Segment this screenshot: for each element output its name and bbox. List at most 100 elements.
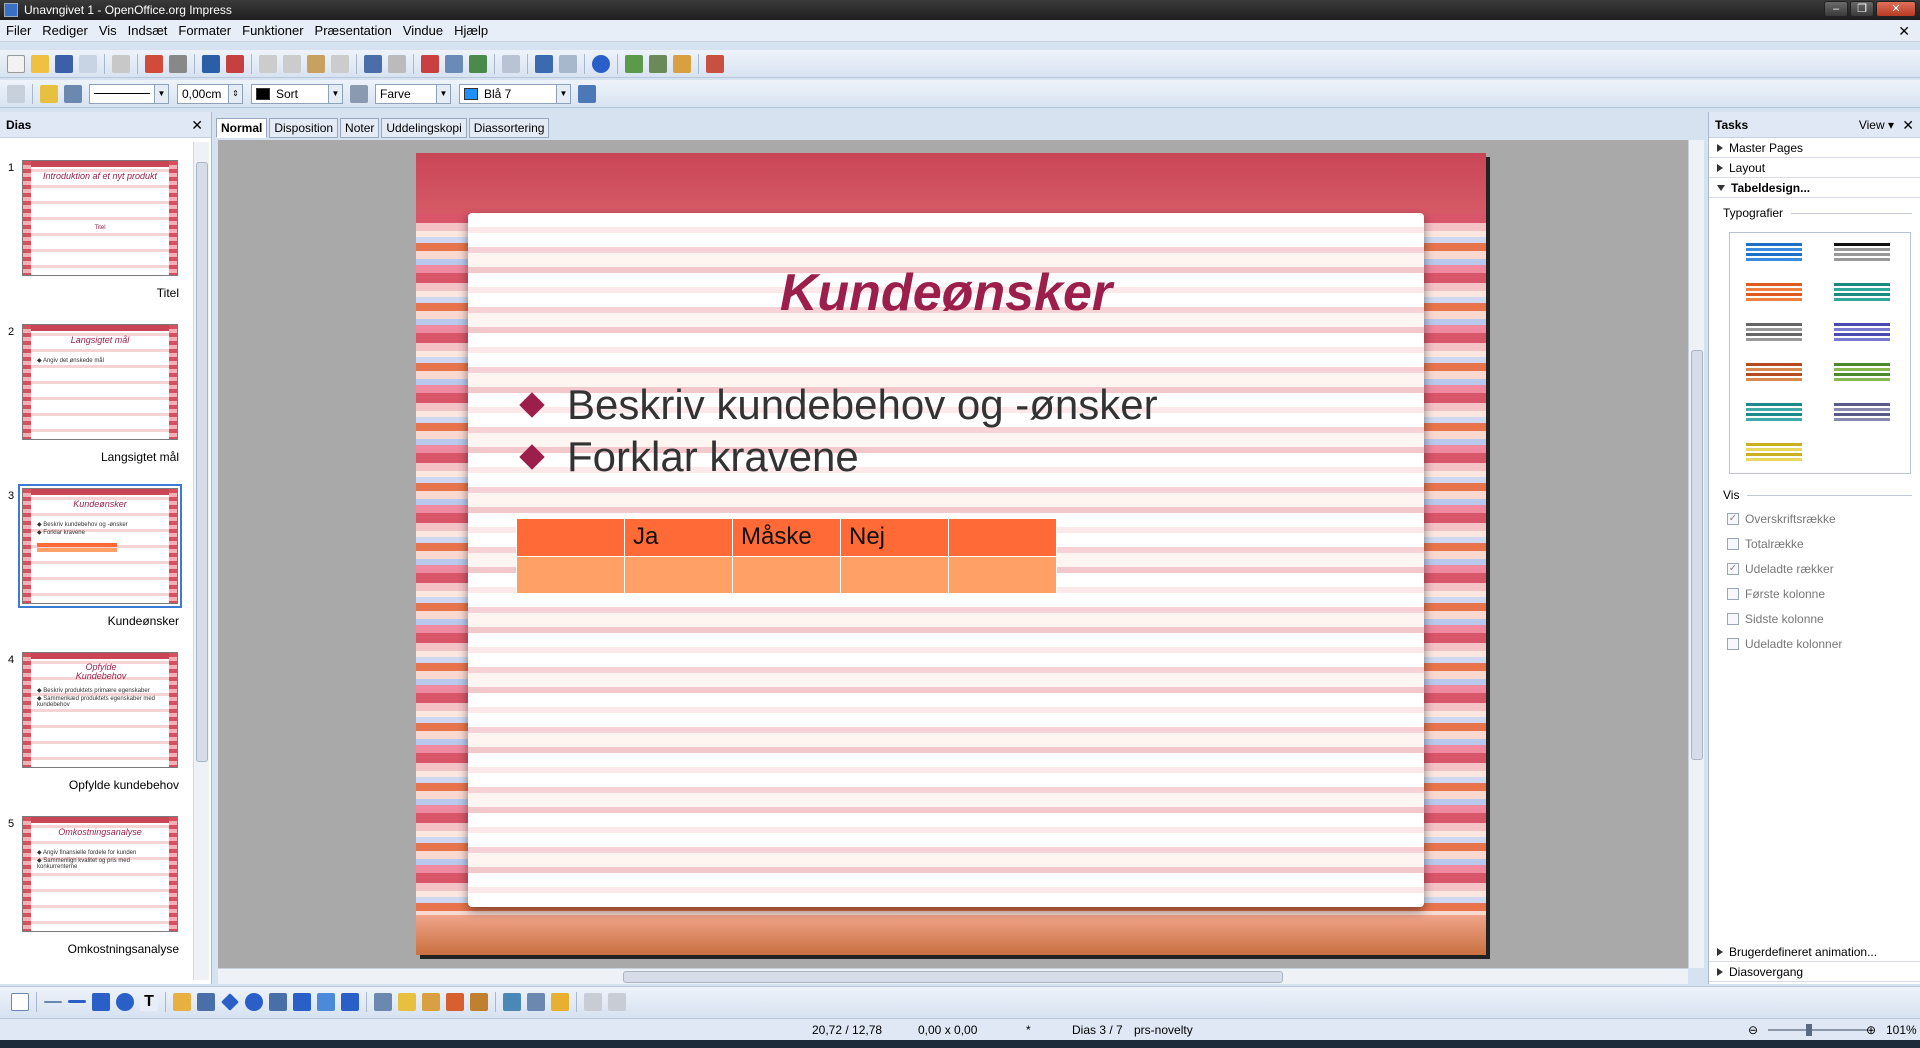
section-custom-animation[interactable]: Brugerdefineret animation... bbox=[1709, 942, 1920, 962]
slide-bullet-list[interactable]: Beskriv kundebehov og -ønsker Forklar kr… bbox=[519, 381, 1158, 485]
curve-tool-icon[interactable] bbox=[173, 992, 191, 1011]
text-tool-icon[interactable]: T bbox=[140, 992, 158, 1011]
line-tool-icon[interactable] bbox=[44, 1000, 62, 1003]
slide-thumbnail-1[interactable]: Introduktion af et nyt produkt Titel bbox=[22, 160, 178, 276]
select-pointer-icon[interactable] bbox=[11, 992, 29, 1011]
zoom-slider[interactable] bbox=[1768, 1029, 1868, 1031]
table-style-black[interactable] bbox=[1834, 243, 1890, 273]
rotate-icon[interactable] bbox=[503, 992, 521, 1011]
section-slide-transition[interactable]: Diasovergang bbox=[1709, 962, 1920, 982]
points-icon[interactable] bbox=[374, 992, 392, 1011]
undo-icon[interactable] bbox=[364, 54, 382, 73]
shadow-toggle-icon[interactable] bbox=[608, 992, 626, 1011]
table-cell[interactable] bbox=[948, 519, 1057, 557]
slide-title[interactable]: Kundeønsker bbox=[468, 263, 1424, 323]
table-style-orange[interactable] bbox=[1746, 283, 1802, 313]
section-tabeldesign[interactable]: Tabeldesign... bbox=[1709, 178, 1920, 198]
view-menu-button[interactable]: View ▾ bbox=[1859, 118, 1894, 132]
table-cell[interactable] bbox=[624, 556, 733, 593]
close-panel-icon[interactable]: ✕ bbox=[1902, 117, 1914, 134]
close-panel-icon[interactable]: ✕ bbox=[191, 117, 203, 134]
table-style-violet[interactable] bbox=[1834, 323, 1890, 353]
option-sidste-kolonne[interactable]: Sidste kolonne bbox=[1709, 606, 1920, 631]
autospellcheck-icon[interactable] bbox=[226, 54, 244, 73]
table-cell[interactable]: Nej bbox=[840, 519, 949, 557]
styles-icon[interactable] bbox=[7, 84, 25, 103]
area-color-select[interactable]: Blå 7 ▼ bbox=[459, 83, 571, 104]
line-color-select[interactable]: Sort ▼ bbox=[251, 83, 343, 104]
slide-thumbnail-3[interactable]: Kundeønsker ◆ Beskriv kundebehov og -øns… bbox=[18, 484, 182, 608]
table-style-yellow[interactable] bbox=[1746, 443, 1802, 473]
section-master-pages[interactable]: Master Pages bbox=[1709, 138, 1920, 158]
menu-vindue[interactable]: Vindue bbox=[403, 23, 443, 38]
canvas-vertical-scrollbar[interactable] bbox=[1688, 140, 1704, 968]
slide-icon[interactable] bbox=[625, 54, 643, 73]
save-icon[interactable] bbox=[55, 54, 73, 73]
table-style-blue[interactable] bbox=[1746, 243, 1802, 273]
menu-indsaet[interactable]: Indsæt bbox=[128, 23, 168, 38]
fontwork-gallery-icon[interactable] bbox=[422, 992, 440, 1011]
tab-noter[interactable]: Noter bbox=[340, 118, 380, 138]
help-icon[interactable] bbox=[592, 54, 610, 73]
table-style-gray[interactable] bbox=[1746, 323, 1802, 353]
slide-thumbnail-2[interactable]: Langsigtet mål ◆ Angiv det ønskede mål bbox=[22, 324, 178, 440]
table-cell[interactable] bbox=[840, 556, 949, 593]
ellipse-tool-icon[interactable] bbox=[116, 992, 134, 1011]
menu-hjaelp[interactable]: Hjælp bbox=[454, 23, 488, 38]
extrusion-icon[interactable] bbox=[584, 992, 602, 1011]
slide-show-icon[interactable] bbox=[706, 54, 724, 73]
menu-formater[interactable]: Formater bbox=[178, 23, 231, 38]
area-style-select[interactable]: Farve ▼ bbox=[375, 83, 451, 104]
email-icon[interactable] bbox=[79, 54, 97, 73]
section-layout[interactable]: Layout bbox=[1709, 158, 1920, 178]
glue-points-icon[interactable] bbox=[398, 992, 416, 1011]
paste-icon[interactable] bbox=[307, 54, 325, 73]
current-slide[interactable]: Kundeønsker Beskriv kundebehov og -ønske… bbox=[416, 153, 1486, 955]
zoom-level[interactable]: 101% bbox=[1886, 1023, 1917, 1037]
zoom-icon[interactable] bbox=[559, 54, 577, 73]
flowchart-icon[interactable] bbox=[293, 992, 311, 1011]
chart-icon[interactable] bbox=[421, 54, 439, 73]
menu-filer[interactable]: Filer bbox=[6, 23, 31, 38]
table-style-slate[interactable] bbox=[1834, 403, 1890, 433]
grid-icon[interactable] bbox=[502, 54, 520, 73]
basic-shapes-icon[interactable] bbox=[221, 992, 239, 1011]
menu-praesentation[interactable]: Præsentation bbox=[315, 23, 392, 38]
export-pdf-icon[interactable] bbox=[145, 54, 163, 73]
zoom-in-icon[interactable]: ⊕ bbox=[1866, 1023, 1876, 1037]
arrow-tool-icon[interactable] bbox=[68, 1000, 86, 1003]
maximize-button[interactable]: ❐ bbox=[1850, 1, 1874, 17]
table-cell[interactable] bbox=[516, 556, 625, 593]
table-cell[interactable] bbox=[732, 556, 841, 593]
table-cell[interactable] bbox=[948, 556, 1057, 593]
line-icon[interactable] bbox=[40, 84, 58, 103]
zoom-slider-handle[interactable] bbox=[1806, 1024, 1812, 1036]
shadow-icon[interactable] bbox=[578, 84, 596, 103]
new-document-icon[interactable] bbox=[7, 54, 25, 73]
canvas-horizontal-scrollbar[interactable] bbox=[218, 968, 1688, 984]
spellcheck-icon[interactable] bbox=[202, 54, 220, 73]
arrow-style-icon[interactable] bbox=[64, 84, 82, 103]
tab-disposition[interactable]: Disposition bbox=[269, 118, 339, 138]
arrange-icon[interactable] bbox=[551, 992, 569, 1011]
option-foerste-kolonne[interactable]: Første kolonne bbox=[1709, 581, 1920, 606]
close-window-button[interactable]: ✕ bbox=[1876, 1, 1916, 17]
fontwork-icon[interactable] bbox=[469, 54, 487, 73]
slide-design-icon[interactable] bbox=[673, 54, 691, 73]
tab-uddelingskopi[interactable]: Uddelingskopi bbox=[381, 118, 467, 138]
symbol-shapes-icon[interactable] bbox=[245, 992, 263, 1011]
table-cell[interactable]: Måske bbox=[732, 519, 841, 557]
tab-normal[interactable]: Normal bbox=[216, 118, 268, 138]
table-style-green[interactable] bbox=[1834, 363, 1890, 393]
menu-funktioner[interactable]: Funktioner bbox=[242, 23, 303, 38]
connector-tool-icon[interactable] bbox=[197, 992, 215, 1011]
table-icon[interactable] bbox=[445, 54, 463, 73]
line-width-field[interactable]: 0,00cm ⇕ bbox=[177, 83, 243, 104]
option-udeladte-kolonner[interactable]: Udeladte kolonner bbox=[1709, 631, 1920, 656]
block-arrows-icon[interactable] bbox=[269, 992, 287, 1011]
option-overskriftsraekke[interactable]: ✓ Overskriftsrække bbox=[1709, 506, 1920, 531]
table-cell[interactable]: Ja bbox=[624, 519, 733, 557]
table-cell[interactable] bbox=[516, 519, 625, 557]
table-style-cyan[interactable] bbox=[1746, 403, 1802, 433]
area-icon[interactable] bbox=[350, 84, 368, 103]
